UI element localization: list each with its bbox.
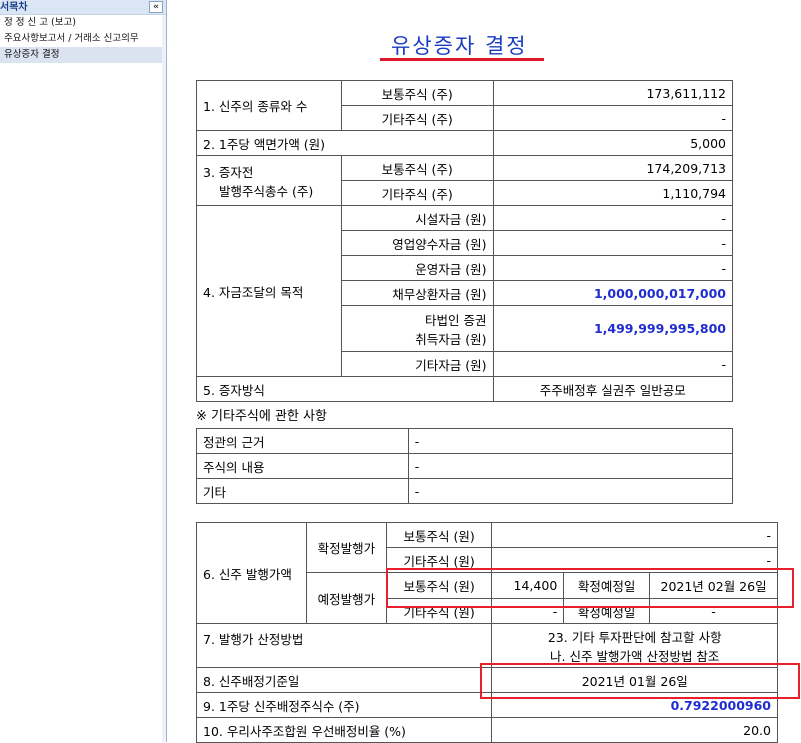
table-row: 7. 발행가 산정방법 23. 기타 투자판단에 참고할 사항 나. 신주 발행… (195, 623, 778, 668)
title-underline (380, 58, 544, 61)
sub-label: 채무상환자금 (원) (340, 280, 494, 306)
cell-value: - (492, 205, 734, 231)
cell-value: 173,611,112 (492, 80, 734, 106)
cell-value-line: 23. 기타 투자판단에 참고할 사항 (547, 629, 722, 645)
sub-label: 기타자금 (원) (340, 351, 494, 377)
cell-value: - (492, 105, 734, 131)
cell-value: - (491, 522, 778, 548)
cell-value: 1,499,999,995,800 (492, 305, 734, 352)
sub-group-label: 예정발행가 (305, 572, 387, 624)
cell-value: - (407, 478, 734, 504)
table-row: 3. 증자전 발행주식총수 (주) 보통주식 (주) 174,209,713 (196, 155, 734, 206)
cell-value: - (407, 453, 734, 479)
row-label: 주식의 내용 (196, 453, 409, 479)
cell-value: - (492, 255, 734, 281)
cell-value: - (492, 351, 734, 377)
row-label: 4. 자금조달의 목적 (196, 205, 342, 377)
sub-label: 기타주식 (주) (340, 180, 494, 206)
sub-label: 운영자금 (원) (340, 255, 494, 281)
row-label: 8. 신주배정기준일 (195, 667, 493, 693)
table-row: 5. 증자방식 주주배정후 실권주 일반공모 (196, 376, 734, 402)
toc-header-label: 서목차 (0, 2, 28, 13)
cell-value: - (492, 230, 734, 256)
row-label: 7. 발행가 산정방법 (195, 623, 493, 668)
cell-value: 23. 기타 투자판단에 참고할 사항 나. 신주 발행가액 산정방법 참조 (491, 623, 778, 668)
row-label-line: 발행주식총수 (주) (219, 183, 314, 199)
cell-value: 174,209,713 (492, 155, 734, 181)
row-label: 3. 증자전 발행주식총수 (주) (196, 155, 342, 206)
table-row: 기타 - (196, 478, 734, 504)
highlight-box-record-date (480, 663, 800, 699)
sub-label: 시설자금 (원) (340, 205, 494, 231)
sidebar-scrollbar[interactable] (162, 15, 166, 742)
sub-label: 보통주식 (주) (340, 155, 494, 181)
row-label: 기타 (196, 478, 409, 504)
page-title: 유상증자 결정 (391, 34, 528, 58)
toc-header: 서목차 « (0, 0, 166, 15)
cell-value: - (407, 428, 734, 454)
toc-item-correction-report[interactable]: 정 정 신 고 (보고) (0, 15, 166, 31)
table-row: 주식의 내용 - (196, 453, 734, 479)
issue-price-table: 6. 신주 발행가액 확정발행가 보통주식 (원) - 기타주식 (원) - 예… (195, 522, 778, 743)
cell-value: 주주배정후 실권주 일반공모 (492, 376, 734, 402)
row-label: 10. 우리사주조합원 우선배정비율 (%) (195, 717, 493, 743)
offering-summary-table: 1. 신주의 종류와 수 보통주식 (주) 173,611,112 기타주식 (… (196, 80, 734, 402)
table-row: 1. 신주의 종류와 수 보통주식 (주) 173,611,112 (196, 80, 734, 131)
table-row: 정관의 근거 - (196, 428, 734, 454)
table-row: 10. 우리사주조합원 우선배정비율 (%) 20.0 (195, 717, 778, 743)
cell-value-line: 나. 신주 발행가액 산정방법 참조 (550, 648, 720, 664)
sub-label: 보통주식 (주) (340, 80, 494, 106)
sub-group-label: 확정발행가 (305, 522, 387, 573)
row-label: 1. 신주의 종류와 수 (196, 80, 342, 131)
toc-item-major-report[interactable]: 주요사항보고서 / 거래소 신고의무 (0, 31, 166, 47)
row-label: 5. 증자방식 (196, 376, 494, 402)
sub-label: 영업양수자금 (원) (340, 230, 494, 256)
other-shares-note: ※ 기타주식에 관한 사항 (196, 409, 327, 424)
row-label: 정관의 근거 (196, 428, 409, 454)
highlight-box-expected-price (386, 568, 794, 608)
sub-label: 기타주식 (주) (340, 105, 494, 131)
cell-value: 20.0 (491, 717, 778, 743)
sub-label: 보통주식 (원) (385, 522, 493, 548)
sub-label: 타법인 증권 취득자금 (원) (340, 305, 494, 352)
cell-value: 1,000,000,017,000 (492, 280, 734, 306)
other-shares-table: 정관의 근거 - 주식의 내용 - 기타 - (196, 428, 734, 504)
toc-item-rights-offering[interactable]: 유상증자 결정 (0, 47, 166, 63)
document-viewer: 유상증자 결정 1. 신주의 종류와 수 보통주식 (주) 173,611,11… (168, 0, 801, 743)
row-label: 9. 1주당 신주배정주식수 (주) (195, 692, 493, 718)
sub-label-line: 취득자금 (원) (415, 331, 487, 347)
row-label: 6. 신주 발행가액 (196, 522, 307, 624)
sub-label-line: 타법인 증권 (425, 312, 487, 328)
cell-value: 5,000 (492, 130, 734, 156)
row-label-line: 3. 증자전 (203, 164, 254, 180)
table-row: 4. 자금조달의 목적 시설자금 (원) - (196, 205, 734, 377)
document-toc-sidebar: 서목차 « 정 정 신 고 (보고) 주요사항보고서 / 거래소 신고의무 유상… (0, 0, 167, 742)
table-row: 6. 신주 발행가액 확정발행가 보통주식 (원) - (196, 522, 778, 624)
table-row: 2. 1주당 액면가액 (원) 5,000 (196, 130, 734, 156)
collapse-sidebar-icon[interactable]: « (149, 1, 163, 13)
cell-value: 1,110,794 (492, 180, 734, 206)
row-label: 2. 1주당 액면가액 (원) (196, 130, 494, 156)
